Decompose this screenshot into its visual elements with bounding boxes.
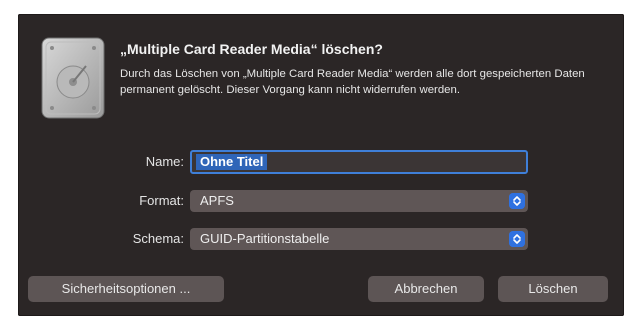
chevron-updown-icon: [509, 231, 525, 247]
scheme-label: Schema:: [132, 231, 184, 246]
screen: „Multiple Card Reader Media“ löschen? Du…: [0, 0, 638, 322]
name-input[interactable]: Ohne Titel: [190, 150, 528, 174]
chevron-updown-icon: [509, 193, 525, 209]
scheme-select[interactable]: GUID-Partitionstabelle: [190, 228, 528, 250]
hard-disk-icon: [41, 37, 105, 119]
security-options-button[interactable]: Sicherheitsoptionen ...: [28, 276, 224, 302]
name-input-value: Ohne Titel: [196, 154, 268, 170]
erase-button[interactable]: Löschen: [498, 276, 608, 302]
format-select-value: APFS: [200, 193, 234, 208]
dialog-message: Durch das Löschen von „Multiple Card Rea…: [120, 68, 585, 96]
dialog-title: „Multiple Card Reader Media“ löschen?: [120, 41, 383, 57]
format-label: Format:: [139, 193, 184, 208]
scheme-select-value: GUID-Partitionstabelle: [200, 231, 330, 246]
format-select[interactable]: APFS: [190, 190, 528, 212]
name-label: Name:: [145, 154, 184, 169]
erase-dialog: „Multiple Card Reader Media“ löschen? Du…: [18, 14, 624, 316]
cancel-button[interactable]: Abbrechen: [368, 276, 484, 302]
